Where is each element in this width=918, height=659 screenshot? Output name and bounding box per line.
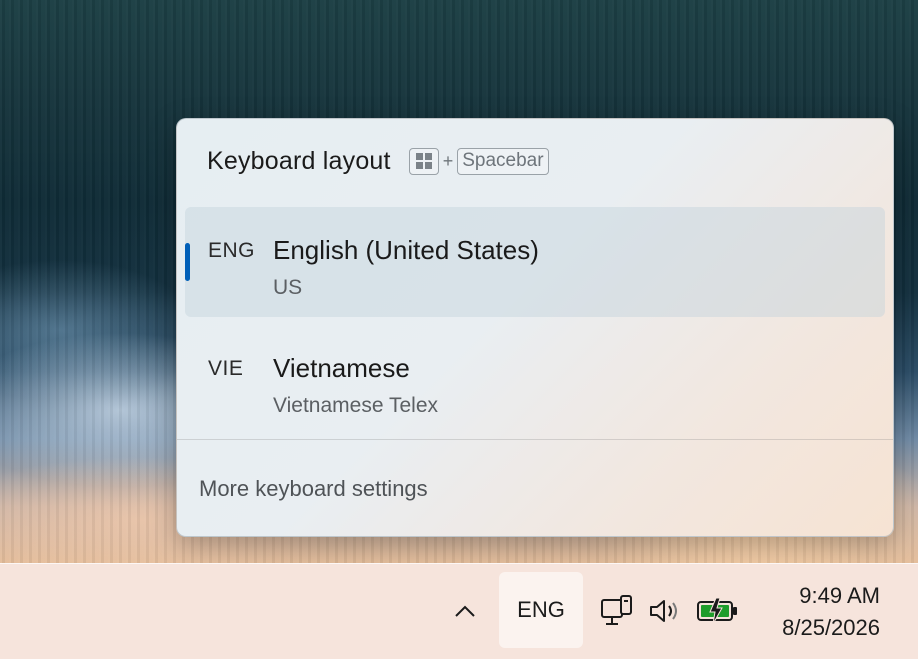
spacebar-keycap: Spacebar (457, 147, 549, 175)
network-icon[interactable] (600, 594, 634, 628)
layout-item-vietnamese[interactable]: VIE Vietnamese Vietnamese Telex (185, 325, 885, 435)
layout-code: VIE (208, 357, 244, 380)
volume-icon[interactable] (647, 594, 683, 628)
selected-indicator (185, 243, 190, 281)
shortcut-plus: + (442, 150, 454, 171)
windows-key-icon (408, 147, 439, 175)
input-language-label: ENG (517, 597, 565, 622)
clock-date: 8/25/2026 (782, 615, 880, 640)
keyboard-layout-flyout: Keyboard layout + Spacebar ENG English (… (176, 118, 894, 537)
layout-item-english[interactable]: ENG English (United States) US (185, 207, 885, 317)
layout-variant: Vietnamese Telex (273, 394, 438, 417)
more-keyboard-settings-link[interactable]: More keyboard settings (199, 476, 428, 502)
show-hidden-icons-button[interactable] (446, 592, 484, 630)
layout-code: ENG (208, 239, 256, 262)
flyout-title: Keyboard layout (207, 146, 391, 175)
layout-variant: US (273, 276, 303, 299)
input-language-button[interactable]: ENG (499, 572, 583, 648)
divider (177, 439, 893, 440)
clock-time: 9:49 AM (799, 583, 880, 608)
taskbar: ENG 9:49 AM 8/25/2026 (0, 563, 918, 659)
layout-name: English (United States) (273, 235, 539, 265)
flyout-header: Keyboard layout + Spacebar (207, 145, 549, 177)
battery-charging-icon[interactable] (696, 594, 740, 628)
chevron-up-icon (455, 605, 475, 617)
layout-name: Vietnamese (273, 353, 410, 383)
taskbar-clock[interactable]: 9:49 AM 8/25/2026 (782, 580, 880, 644)
